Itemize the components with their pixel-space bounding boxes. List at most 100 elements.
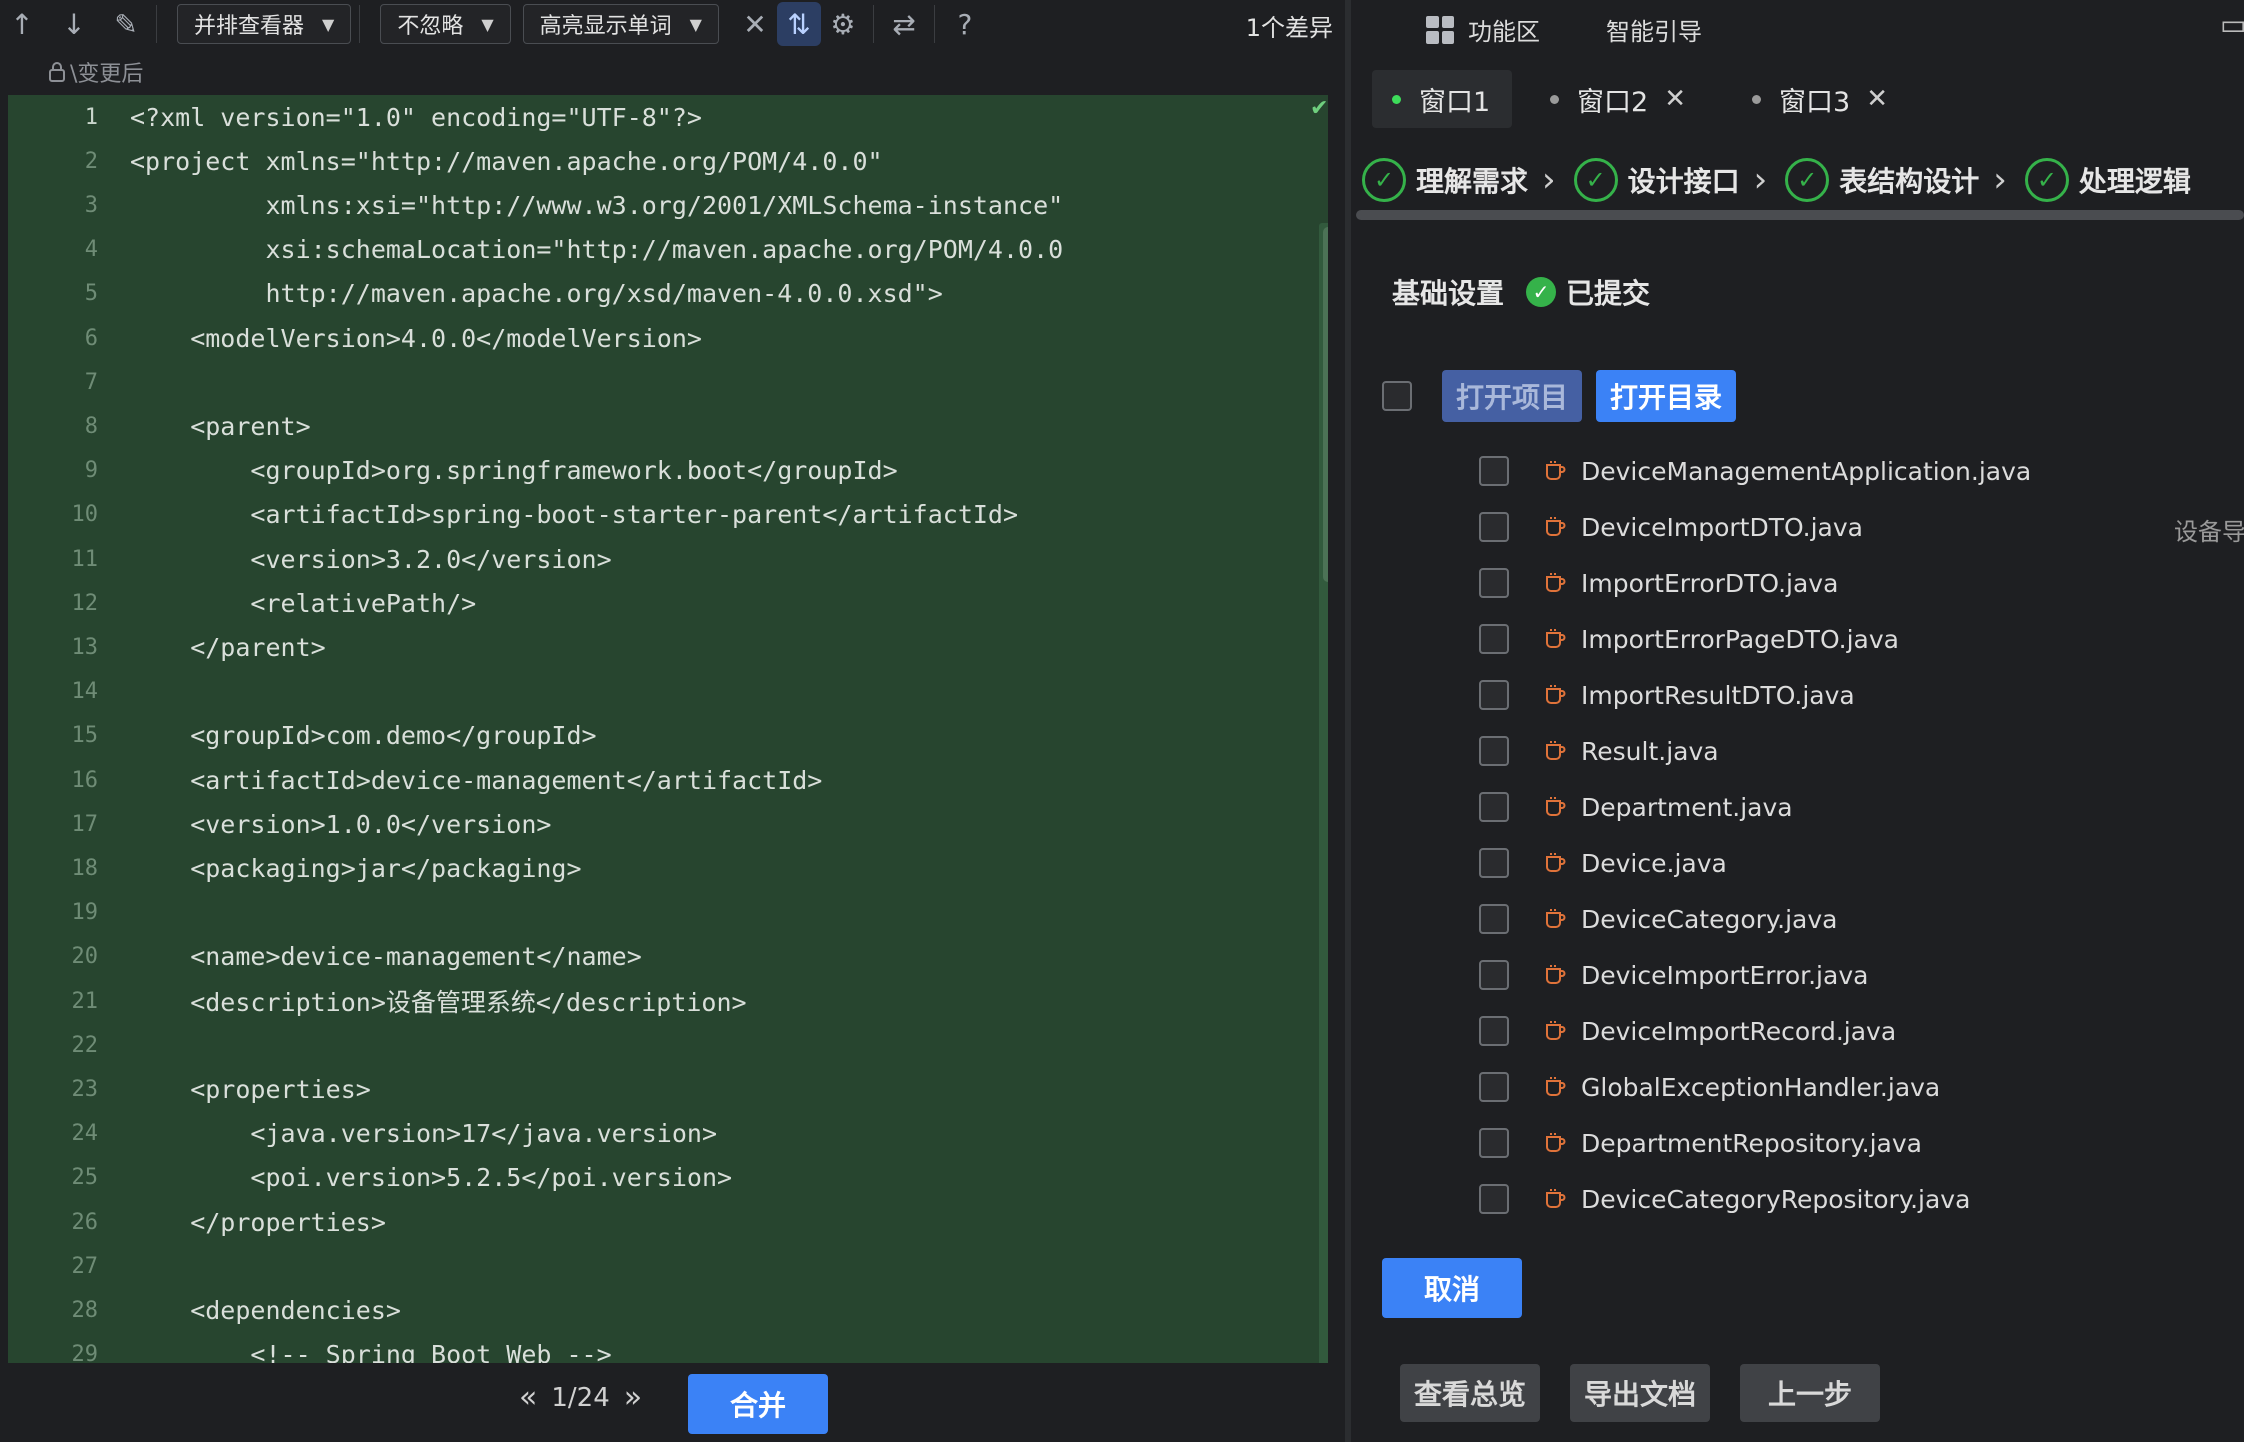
list-item[interactable]: DeviceCategoryRepository.java <box>1479 1179 1970 1219</box>
list-item[interactable]: ImportResultDTO.java <box>1479 675 1855 715</box>
line-number: 22 <box>71 1032 99 1058</box>
diff-viewer-pane: ↑ ↓ ✎ 并排查看器 ▼ 不忽略 ▼ 高亮显示单词 ▼ ✕ ⇅ ⚙ ⇄ ? 1个差异… <box>0 0 1345 1442</box>
list-item[interactable]: Result.java <box>1479 731 1719 771</box>
open-project-button[interactable]: 打开项目 <box>1442 370 1582 422</box>
list-item[interactable]: ImportErrorDTO.java <box>1479 563 1838 603</box>
file-checkbox[interactable] <box>1479 680 1509 710</box>
code-editor[interactable]: 1 <?xml version="1.0" encoding="UTF-8"?> 2… <box>8 95 1328 1363</box>
file-name: GlobalExceptionHandler.java <box>1581 1072 1941 1102</box>
line-number: 6 <box>84 325 98 351</box>
prev-diff-icon[interactable]: « <box>519 1380 537 1415</box>
tab-smart-guide[interactable]: 智能引导 <box>1606 12 1702 47</box>
file-checkbox[interactable] <box>1479 568 1509 598</box>
code-line: 5 http://maven.apache.org/xsd/maven-4.0.… <box>8 272 1308 316</box>
line-number: 10 <box>71 502 99 528</box>
open-directory-button[interactable]: 打开目录 <box>1596 370 1736 422</box>
tab-function-area[interactable]: 功能区 <box>1426 12 1540 47</box>
list-item[interactable]: DeviceManagementApplication.java <box>1479 451 2031 491</box>
ignore-mode-dropdown[interactable]: 不忽略 ▼ <box>380 4 511 44</box>
pane-divider[interactable] <box>1345 0 1351 1442</box>
file-checkbox[interactable] <box>1479 624 1509 654</box>
code-text: <name>device-management</name> <box>130 942 642 972</box>
file-checkbox[interactable] <box>1479 960 1509 990</box>
code-line: 11 <version>3.2.0</version> <box>8 537 1308 581</box>
file-checkbox[interactable] <box>1479 792 1509 822</box>
diff-toolbar: ↑ ↓ ✎ 并排查看器 ▼ 不忽略 ▼ 高亮显示单词 ▼ ✕ ⇅ ⚙ ⇄ ? 1个差异 <box>0 0 1345 48</box>
close-icon[interactable]: ✕ <box>1866 84 1888 114</box>
file-name: ImportErrorPageDTO.java <box>1581 624 1899 654</box>
code-line: 18 <packaging>jar</packaging> <box>8 846 1308 890</box>
close-icon[interactable]: ✕ <box>1664 84 1686 114</box>
list-item[interactable]: DeviceImportDTO.java <box>1479 507 1863 547</box>
list-item[interactable]: DeviceCategory.java <box>1479 899 1837 939</box>
gear-icon[interactable]: ⚙ <box>821 2 865 46</box>
code-text: xmlns:xsi="http://www.w3.org/2001/XMLSch… <box>130 190 1064 220</box>
viewer-mode-dropdown[interactable]: 并排查看器 ▼ <box>177 4 352 44</box>
file-checkbox[interactable] <box>1479 848 1509 878</box>
help-icon[interactable]: ? <box>943 2 987 46</box>
java-file-icon <box>1546 573 1566 592</box>
previous-step-button[interactable]: 上一步 <box>1740 1364 1880 1422</box>
line-number: 1 <box>84 104 98 130</box>
pencil-icon[interactable]: ✎ <box>104 2 148 46</box>
line-number: 14 <box>71 679 99 705</box>
window-tab-1[interactable]: 窗口1 <box>1372 70 1512 128</box>
code-text: <poi.version>5.2.5</poi.version> <box>130 1163 733 1193</box>
file-name: ImportResultDTO.java <box>1581 680 1855 710</box>
file-checkbox[interactable] <box>1479 456 1509 486</box>
file-name: Result.java <box>1581 736 1719 766</box>
file-checkbox[interactable] <box>1479 512 1509 542</box>
steps-scrollbar[interactable] <box>1356 210 2244 220</box>
arrow-down-icon[interactable]: ↓ <box>52 2 96 46</box>
list-item[interactable]: Device.java <box>1479 843 1727 883</box>
step-understand[interactable]: ✓ 理解需求 <box>1352 158 1528 202</box>
select-all-checkbox[interactable] <box>1382 381 1412 411</box>
file-checkbox[interactable] <box>1479 1016 1509 1046</box>
line-number: 16 <box>71 767 99 793</box>
next-diff-icon[interactable]: » <box>624 1380 642 1415</box>
code-text: <groupId>org.springframework.boot</group… <box>130 456 898 486</box>
list-item[interactable]: DeviceImportRecord.java <box>1479 1011 1896 1051</box>
step-table-design[interactable]: ✓ 表结构设计 <box>1775 158 1979 202</box>
window-tab-3[interactable]: 窗口3 ✕ <box>1732 70 1908 128</box>
editor-scrollbar-thumb[interactable] <box>1323 227 1328 582</box>
list-item[interactable]: DeviceImportError.java <box>1479 955 1868 995</box>
sync-scroll-icon[interactable]: ⇅ <box>776 2 821 46</box>
list-item[interactable]: GlobalExceptionHandler.java <box>1479 1067 1940 1107</box>
file-checkbox[interactable] <box>1479 1128 1509 1158</box>
toolbar-divider <box>359 5 361 43</box>
step-design-api[interactable]: ✓ 设计接口 <box>1564 158 1740 202</box>
list-item[interactable]: Department.java <box>1479 787 1793 827</box>
arrow-up-icon[interactable]: ↑ <box>0 2 44 46</box>
cancel-button[interactable]: 取消 <box>1382 1258 1522 1318</box>
java-file-icon <box>1546 629 1566 648</box>
code-text: <java.version>17</java.version> <box>130 1119 717 1149</box>
file-checkbox[interactable] <box>1479 1184 1509 1214</box>
list-item[interactable]: DepartmentRepository.java <box>1479 1123 1922 1163</box>
java-file-icon <box>1546 685 1566 704</box>
overview-button[interactable]: 查看总览 <box>1400 1364 1540 1422</box>
step-logic[interactable]: ✓ 处理逻辑 <box>2015 158 2191 202</box>
highlight-mode-dropdown[interactable]: 高亮显示单词 ▼ <box>522 4 719 44</box>
merge-button[interactable]: 合并 <box>688 1374 828 1434</box>
highlight-mode-label: 高亮显示单词 <box>539 14 672 39</box>
swap-sides-icon[interactable]: ⇄ <box>882 2 926 46</box>
chevron-down-icon: ▼ <box>689 14 702 34</box>
check-circle-icon: ✓ <box>1785 158 1830 202</box>
line-number: 28 <box>71 1297 99 1323</box>
collapse-icon[interactable]: ✕ <box>733 2 777 46</box>
file-checkbox[interactable] <box>1479 904 1509 934</box>
code-text: <parent> <box>130 411 311 441</box>
panel-toggle-icon[interactable]: ▭ <box>2220 8 2244 41</box>
line-number: 17 <box>71 811 99 837</box>
export-doc-button[interactable]: 导出文档 <box>1570 1364 1710 1422</box>
code-line: 9 <groupId>org.springframework.boot</gro… <box>8 449 1308 493</box>
code-line: 17 <version>1.0.0</version> <box>8 802 1308 846</box>
code-text: <description>设备管理系统</description> <box>130 988 747 1017</box>
list-item[interactable]: ImportErrorPageDTO.java <box>1479 619 1899 659</box>
file-checkbox[interactable] <box>1479 1072 1509 1102</box>
file-checkbox[interactable] <box>1479 736 1509 766</box>
java-file-icon <box>1546 797 1566 816</box>
chevron-down-icon: ▼ <box>481 14 494 34</box>
window-tab-2[interactable]: 窗口2 ✕ <box>1530 70 1706 128</box>
